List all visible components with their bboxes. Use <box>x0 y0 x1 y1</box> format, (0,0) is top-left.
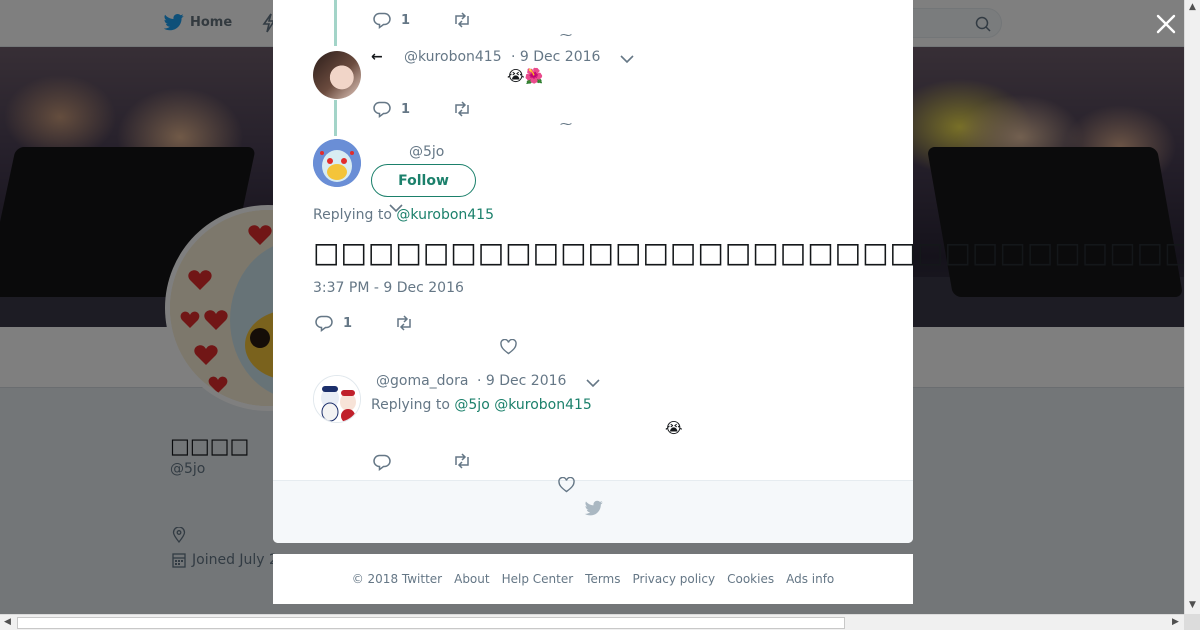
replying-to: Replying to @5jo @kurobon415 <box>371 397 592 413</box>
footer-copyright: © 2018 Twitter <box>351 572 443 586</box>
scroll-down-arrow-icon[interactable]: ▼ <box>1189 600 1196 610</box>
more-dots: ⁓ <box>560 117 573 131</box>
reply-icon <box>315 315 333 332</box>
close-icon[interactable] <box>1154 12 1178 36</box>
tweet-date[interactable]: · 9 Dec 2016 <box>511 49 600 65</box>
reply-action[interactable]: 1 <box>315 314 352 332</box>
scrollbar-corner <box>1184 614 1200 630</box>
reply-action[interactable]: 1 <box>373 100 410 118</box>
site-footer: © 2018 Twitter About Help Center Terms P… <box>273 554 913 604</box>
footer-link-cookies[interactable]: Cookies <box>727 572 774 586</box>
reply-count: 1 <box>343 315 353 331</box>
retweet-icon[interactable] <box>453 101 471 117</box>
thread-connector <box>334 100 337 136</box>
horizontal-scrollbar[interactable]: ◀ ▶ <box>0 614 1184 630</box>
replying-to: Replying to @kurobon415 <box>313 207 494 223</box>
tweet-emoji: 😭 <box>665 419 683 437</box>
replying-prefix: Replying to <box>313 207 392 223</box>
more-dots: ⁓ <box>560 28 573 42</box>
replying-prefix: Replying to <box>371 397 450 413</box>
horizontal-scroll-thumb[interactable] <box>17 617 845 629</box>
footer-link-privacy[interactable]: Privacy policy <box>633 572 716 586</box>
follow-button[interactable]: Follow <box>371 164 476 197</box>
tweet-emoji: 😭🌺 <box>507 67 544 85</box>
footer-link-terms[interactable]: Terms <box>585 572 620 586</box>
replying-to-link[interactable]: @5jo @kurobon415 <box>454 397 591 413</box>
back-arrow: ← <box>371 49 383 65</box>
thread-connector <box>334 0 337 46</box>
reply-icon <box>373 101 391 118</box>
mascot-illustration <box>314 376 360 422</box>
retweet-icon[interactable] <box>453 453 471 469</box>
footer-link-about[interactable]: About <box>454 572 489 586</box>
footer-link-ads-info[interactable]: Ads info <box>786 572 834 586</box>
like-icon[interactable] <box>558 477 575 493</box>
tweet-date[interactable]: · 9 Dec 2016 <box>477 373 566 389</box>
like-icon[interactable] <box>500 339 517 355</box>
vertical-scrollbar[interactable]: ▲ ▼ <box>1184 0 1200 614</box>
replying-to-link[interactable]: @kurobon415 <box>396 207 494 223</box>
reply-count: 1 <box>401 12 411 28</box>
bear-illustration <box>313 139 361 187</box>
tweet-text: □□□□□□□□□□□□□□□□□□□□□□□□□□□□□□□□□□□□□□□□… <box>313 236 1193 269</box>
tweet-handle[interactable]: @5jo <box>409 144 444 160</box>
tweet-avatar[interactable] <box>313 51 361 99</box>
caret-down-icon[interactable] <box>620 54 634 64</box>
tweet-modal: 1 ⁓ ← @kurobon415 · 9 Dec 2016 😭🌺 1 ⁓ @5… <box>273 0 1193 543</box>
twitter-bird-icon <box>584 500 603 516</box>
scroll-up-arrow-icon[interactable]: ▲ <box>1189 2 1196 12</box>
tweet-avatar[interactable] <box>313 139 361 187</box>
reply-icon[interactable] <box>373 453 391 471</box>
reply-icon <box>373 12 391 29</box>
retweet-icon[interactable] <box>395 315 413 331</box>
retweet-icon[interactable] <box>453 12 471 28</box>
scroll-right-arrow-icon[interactable]: ▶ <box>1172 617 1179 627</box>
caret-down-icon[interactable] <box>586 378 600 388</box>
reply-action[interactable]: 1 <box>373 11 410 29</box>
tweet-handle[interactable]: @kurobon415 <box>404 49 502 65</box>
tweet-handle[interactable]: @goma_dora <box>376 373 468 389</box>
scroll-left-arrow-icon[interactable]: ◀ <box>4 617 11 627</box>
reply-count: 1 <box>401 101 411 117</box>
tweet-timestamp[interactable]: 3:37 PM - 9 Dec 2016 <box>313 280 464 296</box>
tweet-avatar[interactable] <box>313 375 361 423</box>
footer-link-help-center[interactable]: Help Center <box>502 572 574 586</box>
